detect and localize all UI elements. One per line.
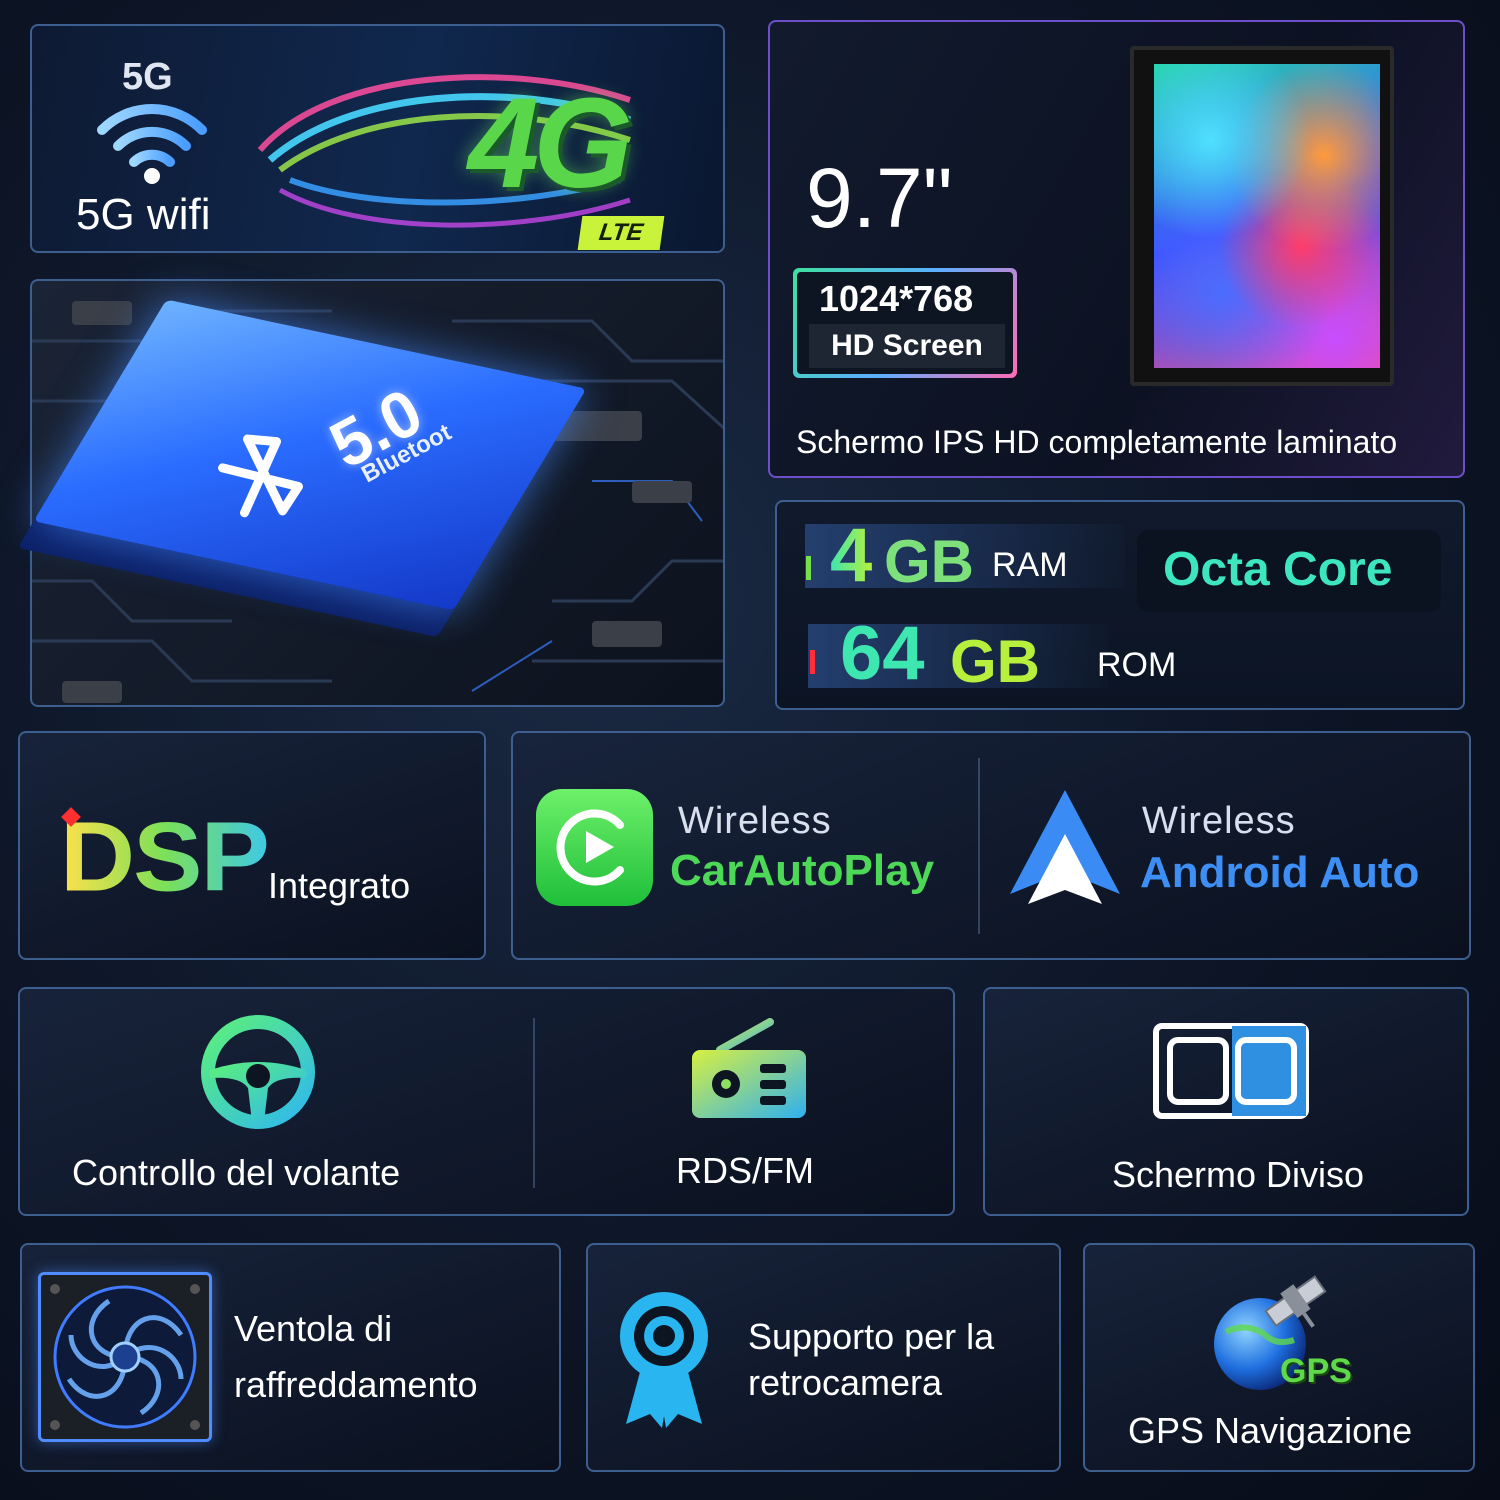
radio-label: RDS/FM [676, 1150, 814, 1191]
4g-badge: 4G [468, 72, 633, 215]
wifi-icon [97, 103, 207, 184]
dsp-label: Integrato [268, 865, 411, 906]
android-auto-name: Android Auto [1140, 848, 1420, 897]
wireless-divider [978, 758, 980, 934]
fan-icon [38, 1272, 212, 1442]
carplay-prefix: Wireless [678, 800, 832, 842]
carplay-play-icon [556, 809, 624, 886]
resolution-badge: 1024*768 HD Screen [793, 268, 1017, 378]
android-auto-prefix: Wireless [1142, 800, 1296, 842]
rom-value: 64 [840, 611, 925, 696]
wireless-card [511, 731, 1471, 960]
radio-icon [692, 1018, 806, 1118]
rom-marker [810, 650, 815, 674]
ram-label: RAM [992, 546, 1068, 584]
carplay-icon [536, 789, 653, 906]
rom-label: ROM [1097, 646, 1177, 684]
carplay-name: CarAutoPlay [670, 846, 935, 895]
split-screen-icon [1153, 1023, 1309, 1119]
steering-label: Controllo del volante [72, 1152, 401, 1193]
fan-label-line1: Ventola di [234, 1308, 393, 1349]
camera-label-line1: Supporto per la [748, 1316, 995, 1357]
ram-value: 4 [830, 513, 873, 598]
gps-tag: GPS [1280, 1352, 1352, 1390]
tablet-image [1130, 46, 1394, 386]
lte-tag: LTE [577, 216, 665, 250]
ram-marker [806, 556, 811, 580]
5g-badge: 5G [122, 56, 173, 98]
ram-unit: GB [884, 528, 974, 595]
screen-caption: Schermo IPS HD completamente laminato [796, 424, 1398, 460]
hd-screen-tag: HD Screen [809, 324, 1005, 368]
fan-blades-icon [50, 1284, 200, 1430]
fan-label-line2: raffreddamento [234, 1364, 478, 1405]
camera-label-line2: retrocamera [748, 1362, 943, 1403]
rom-unit: GB [950, 628, 1040, 695]
camera-icon [620, 1292, 708, 1428]
steering-wheel-icon [201, 1015, 315, 1129]
split-screen-label: Schermo Diviso [1112, 1154, 1365, 1195]
5g-wifi-label: 5G wifi [76, 190, 211, 239]
cpu-label: Octa Core [1163, 543, 1393, 596]
steering-radio-divider [533, 1018, 535, 1188]
screen-size: 9.7" [806, 151, 953, 245]
dsp-logo: DSP [60, 801, 270, 913]
tablet-screen-wallpaper [1154, 64, 1380, 368]
resolution-value: 1024*768 [819, 278, 974, 319]
android-auto-icon [1010, 790, 1120, 904]
gps-label: GPS Navigazione [1128, 1410, 1413, 1451]
